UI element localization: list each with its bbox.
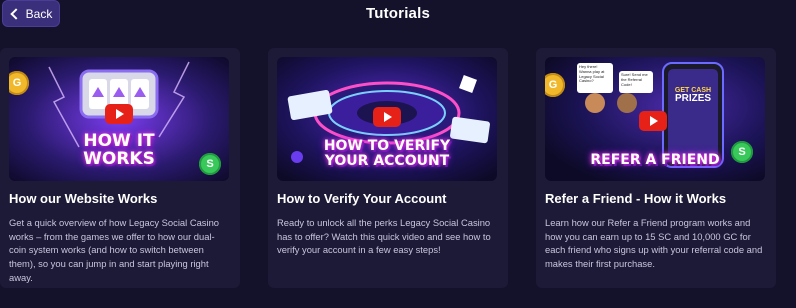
tutorial-card-verify-account[interactable]: HOW TO VERIFY YOUR ACCOUNT How to Verify… xyxy=(268,48,508,288)
card-description: Learn how our Refer a Friend program wor… xyxy=(545,217,763,269)
card-title: How our Website Works xyxy=(9,191,158,206)
chat-bubble: Hey there! Wanna play at Legacy Social C… xyxy=(577,63,613,93)
tutorial-card-website-works[interactable]: G S HOW IT WORKS How our Website Works G… xyxy=(0,48,240,288)
video-thumbnail[interactable]: HOW TO VERIFY YOUR ACCOUNT xyxy=(277,57,497,181)
play-icon xyxy=(639,111,667,132)
video-thumbnail[interactable]: G S HOW IT WORKS xyxy=(9,57,229,181)
card-title: Refer a Friend - How it Works xyxy=(545,191,727,206)
card-description: Get a quick overview of how Legacy Socia… xyxy=(9,217,220,283)
tutorial-card-refer-friend[interactable]: Hey there! Wanna play at Legacy Social C… xyxy=(536,48,776,288)
chat-bubble: Sure! Send me the Referral Code! xyxy=(619,71,653,93)
thumbnail-title: HOW IT WORKS xyxy=(83,131,155,169)
video-thumbnail[interactable]: Hey there! Wanna play at Legacy Social C… xyxy=(545,57,765,181)
page-title: Tutorials xyxy=(365,5,431,22)
card-description: Ready to unlock all the perks Legacy Soc… xyxy=(277,217,491,256)
tutorial-list: G S HOW IT WORKS How our Website Works G… xyxy=(0,48,796,288)
play-icon xyxy=(373,106,401,127)
thumbnail-title: HOW TO VERIFY YOUR ACCOUNT xyxy=(323,138,451,169)
thumbnail-title: REFER A FRIEND xyxy=(590,152,720,168)
phone-promo: GET CASH PRIZES xyxy=(674,87,712,105)
play-icon xyxy=(105,104,133,125)
card-title: How to Verify Your Account xyxy=(277,191,447,206)
